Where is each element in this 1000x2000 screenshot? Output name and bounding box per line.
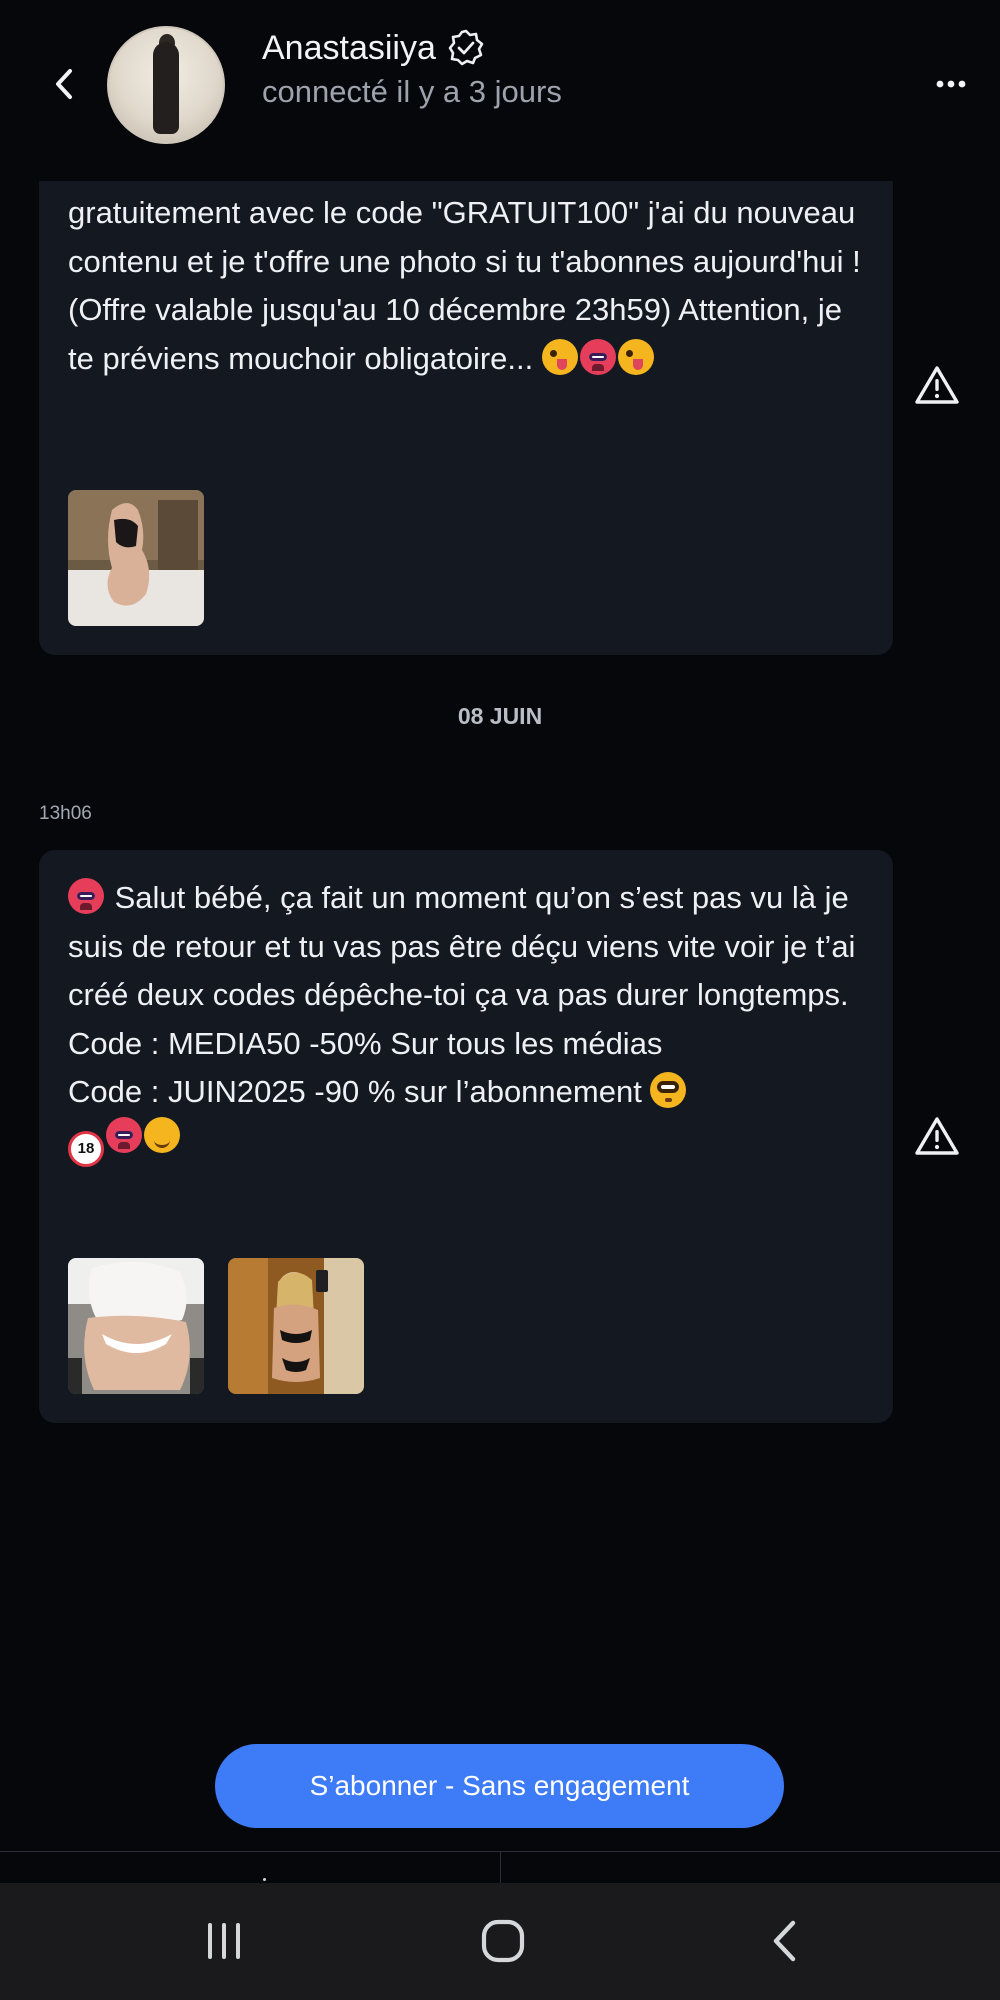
report-button[interactable] [914,1115,960,1157]
date-separator: 08 JUIN [457,703,543,729]
message-bubble[interactable]: gratuitement avec le code "GRATUIT100" j… [39,181,893,655]
warning-triangle-icon [915,366,959,404]
back-button[interactable] [44,60,84,108]
hot-face-emoji [106,1116,142,1153]
verified-check-icon [448,29,484,66]
winking-face-tongue-emoji [541,338,578,375]
system-navigation-bar [0,1883,1000,2000]
hot-face-emoji [579,338,616,375]
report-button[interactable] [914,364,960,406]
warning-triangle-icon [915,1117,959,1155]
winking-face-tongue-emoji [617,338,654,375]
smirking-face-emoji [144,1116,180,1153]
recents-button[interactable] [192,1909,256,1973]
flushed-face-emoji [650,1072,687,1108]
system-back-icon [773,1920,796,1962]
chat-header: Anastasiiya connecté il y a 3 jours [0,0,1000,178]
message-timestamp: 13h06 [39,803,92,824]
message-text: Salut bébé, ça fait un moment qu’on s’es… [68,874,869,1167]
bottom-tab-strip [0,1851,1000,1884]
more-horizontal-icon [936,80,966,88]
subscribe-button[interactable]: S’abonner - Sans engagement [215,1744,784,1828]
no-one-under-eighteen-emoji: 18 [68,1130,104,1167]
home-button[interactable] [471,1909,535,1973]
hot-face-emoji [68,878,104,914]
contact-name-row[interactable]: Anastasiiya [262,28,486,68]
media-thumbnail[interactable] [68,1258,204,1394]
home-icon [481,1919,525,1963]
contact-name: Anastasiiya [262,28,436,67]
message-text: gratuitement avec le code "GRATUIT100" j… [68,195,861,376]
message-bubble[interactable]: Salut bébé, ça fait un moment qu’on s’es… [39,850,893,1423]
media-thumbnail[interactable] [228,1258,364,1394]
system-back-button[interactable] [752,1909,816,1973]
media-thumbnail[interactable] [68,490,204,626]
recents-icon [208,1923,240,1959]
avatar[interactable] [107,26,225,144]
more-options-button[interactable] [930,66,972,102]
last-seen-status: connecté il y a 3 jours [262,74,562,109]
chevron-left-icon [56,69,72,99]
